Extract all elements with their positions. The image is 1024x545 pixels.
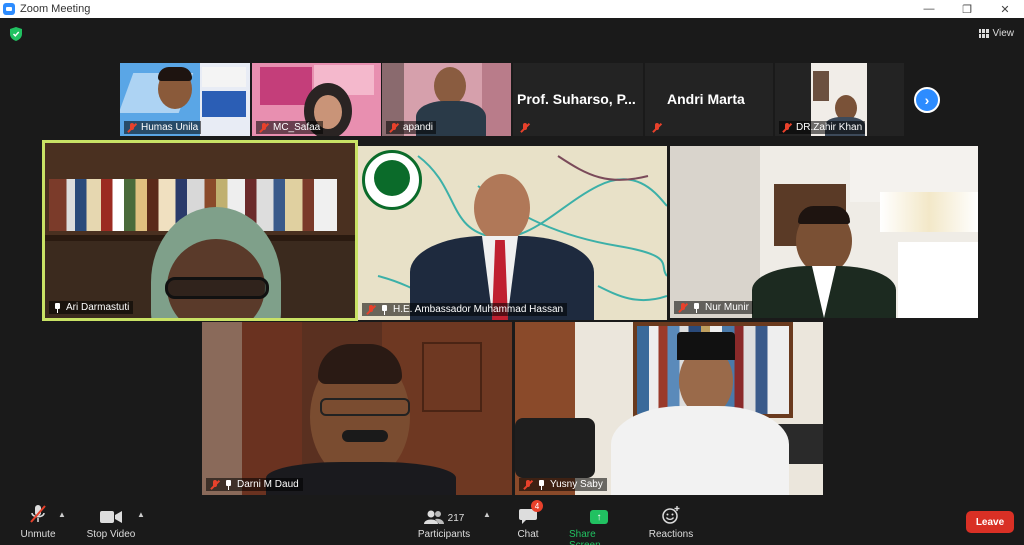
chat-label: Chat: [517, 529, 539, 540]
office-chair: [515, 418, 595, 478]
grid-view-icon: [978, 28, 989, 38]
leave-button[interactable]: Leave: [966, 511, 1014, 533]
muted-mic-icon: [782, 122, 792, 133]
filmstrip-tile[interactable]: apandi: [382, 63, 511, 136]
participant-name: H.E. Ambassador Muhammad Hassan: [393, 304, 564, 315]
participant-face: [474, 174, 530, 242]
window-title: Zoom Meeting: [20, 3, 91, 15]
video-camera-icon: [100, 511, 122, 523]
unmute-button[interactable]: Unmute: [18, 504, 58, 540]
glasses: [165, 277, 269, 299]
mustache: [342, 430, 388, 442]
participant-name: apandi: [403, 122, 434, 133]
filmstrip-tile[interactable]: DR.Zahir Khan: [775, 63, 904, 136]
participants-icon: [423, 510, 444, 524]
video-tile[interactable]: Yusny Saby: [515, 322, 823, 495]
muted-mic-icon: [520, 123, 530, 133]
stop-video-button[interactable]: Stop Video: [85, 504, 137, 540]
white-shirt: [611, 406, 789, 495]
video-options-caret-icon[interactable]: ▲: [137, 510, 145, 519]
view-button[interactable]: View: [978, 26, 1015, 40]
next-page-button[interactable]: ›: [914, 87, 940, 113]
participant-name: MC_Safaa: [273, 122, 321, 133]
pin-icon: [224, 479, 233, 490]
black-peci-cap: [677, 332, 735, 360]
video-tile[interactable]: Darni M Daud: [202, 322, 512, 495]
participant-name-large: Andri Marta: [667, 91, 745, 107]
course-banner: [202, 67, 246, 87]
muted-mic-icon: [366, 304, 376, 315]
filmstrip-tile[interactable]: MC_Safaa: [252, 63, 381, 136]
chat-unread-badge: 4: [531, 500, 543, 512]
pin-icon: [692, 302, 701, 313]
muted-mic-icon: [127, 122, 137, 133]
pin-icon: [380, 304, 389, 315]
filmstrip-tile[interactable]: Andri Marta: [645, 63, 773, 136]
security-shield-icon[interactable]: [10, 27, 22, 41]
wall: [670, 146, 760, 318]
reactions-button[interactable]: Reactions: [648, 504, 694, 540]
glasses: [320, 398, 410, 416]
chevron-right-icon: ›: [924, 92, 930, 108]
audio-options-caret-icon[interactable]: ▲: [58, 510, 66, 519]
share-screen-button[interactable]: ↑ Share Screen: [569, 504, 629, 545]
pin-icon: [537, 479, 546, 490]
view-label: View: [992, 27, 1015, 39]
participant-name: Humas Unila: [141, 122, 199, 133]
smiley-plus-icon: [662, 506, 680, 524]
meeting-toolbar: Unmute ▲ Stop Video ▲ 217 Participants ▲: [0, 500, 1024, 545]
video-tile[interactable]: H.E. Ambassador Muhammad Hassan: [358, 146, 667, 320]
filmstrip-tile[interactable]: Humas Unila: [120, 63, 250, 136]
unmute-label: Unmute: [20, 529, 56, 540]
participant-face: [434, 67, 466, 105]
video-tile[interactable]: Nur Munir: [670, 146, 978, 318]
chat-button[interactable]: 4 Chat: [514, 500, 543, 540]
muted-mic-icon: [678, 302, 688, 313]
participants-options-caret-icon[interactable]: ▲: [483, 510, 491, 519]
participant-name: Ari Darmastuti: [66, 302, 130, 313]
window-titlebar: Zoom Meeting — ❐ ✕: [0, 0, 1024, 18]
muted-mic-icon: [259, 122, 269, 133]
share-arrow-icon: ↑: [590, 510, 608, 524]
participant-name: Nur Munir: [705, 302, 749, 313]
muted-mic-icon: [30, 505, 46, 523]
participants-button[interactable]: 217 Participants: [418, 504, 470, 540]
muted-mic-icon: [652, 123, 662, 133]
muted-mic-icon: [523, 479, 533, 490]
participants-label: Participants: [417, 529, 471, 540]
muted-mic-icon: [389, 122, 399, 133]
minimize-button[interactable]: —: [910, 0, 948, 18]
share-screen-label: Share Screen: [569, 529, 601, 545]
participant-name: DR.Zahir Khan: [796, 122, 863, 133]
participant-name: Yusny Saby: [550, 479, 603, 490]
video-tile-active-speaker[interactable]: Ari Darmastuti: [42, 140, 358, 321]
reactions-label: Reactions: [648, 529, 694, 540]
emblem-inner: [374, 160, 410, 196]
participants-count: 217: [447, 513, 465, 524]
stop-video-label: Stop Video: [86, 529, 136, 540]
participant-name: Darni M Daud: [237, 479, 299, 490]
muted-mic-icon: [210, 479, 220, 490]
zoom-app-icon: [3, 3, 15, 15]
close-button[interactable]: ✕: [986, 0, 1024, 18]
filmstrip-tile[interactable]: Prof. Suharso, P...: [513, 63, 643, 136]
restore-button[interactable]: ❐: [948, 0, 986, 18]
pin-icon: [53, 302, 62, 313]
participant-name-large: Prof. Suharso, P...: [517, 91, 636, 107]
